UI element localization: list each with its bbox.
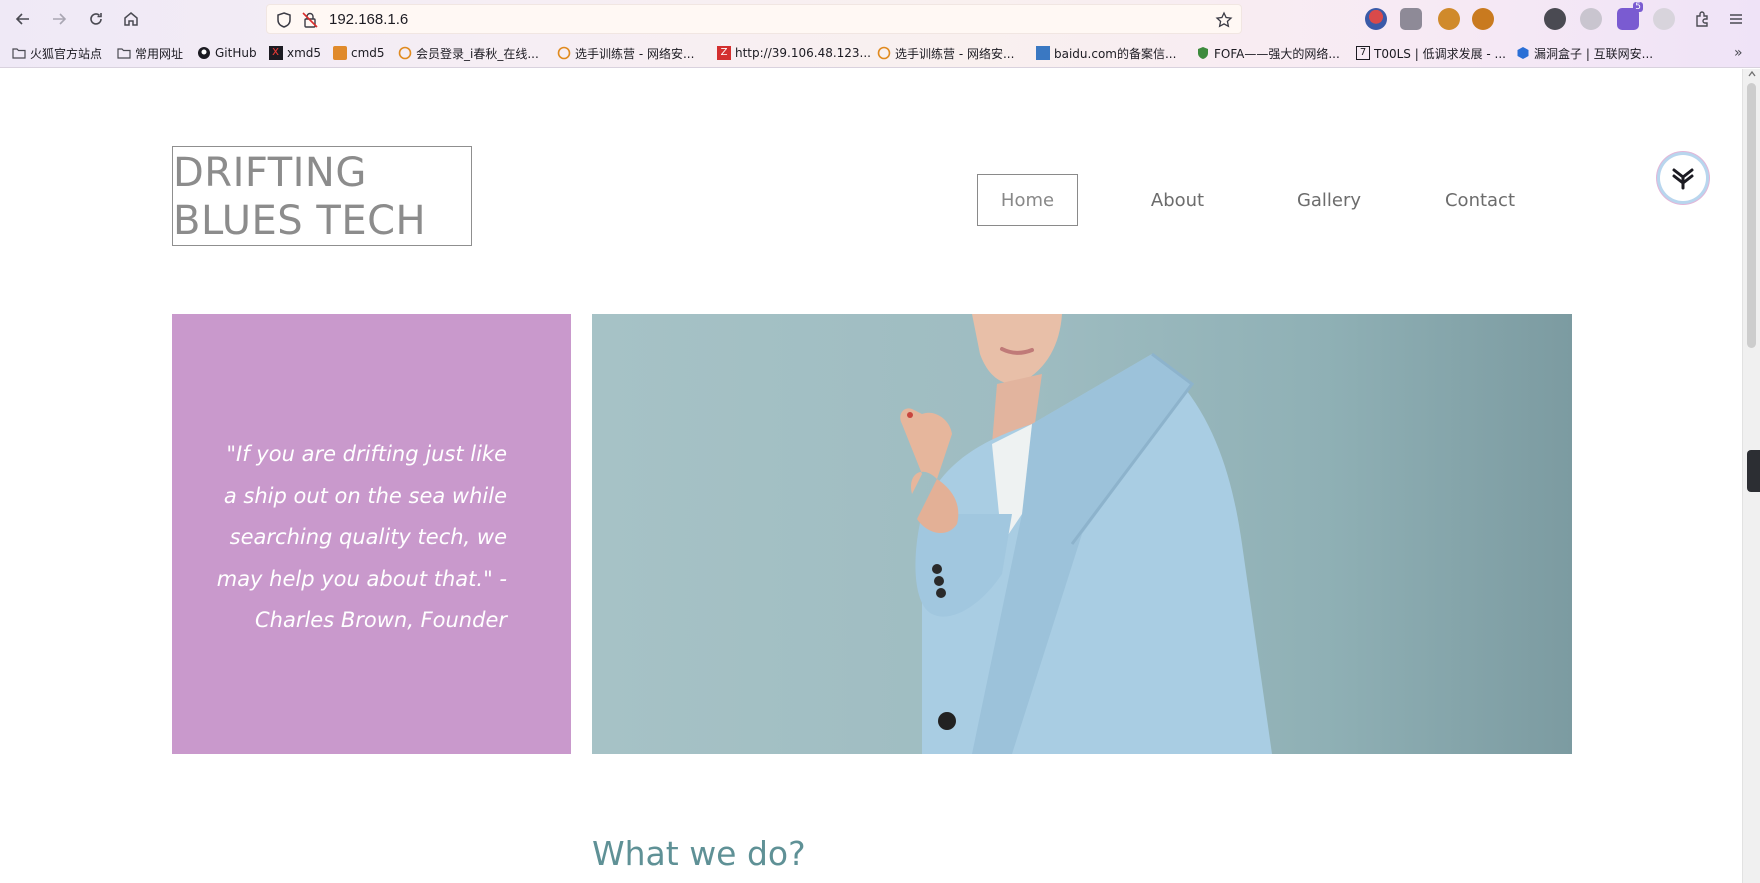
bookmark-item[interactable]: x xmd5 — [269, 43, 321, 63]
bookmark-label[interactable]: GitHub — [215, 46, 257, 60]
bookmark-label[interactable]: 漏洞盒子 | 互联网安... — [1534, 45, 1653, 62]
bookmark-item[interactable]: baidu.com的备案信... — [1036, 43, 1176, 63]
nav-about[interactable]: About — [1130, 174, 1225, 226]
bookmark-item[interactable]: cmd5 — [333, 43, 385, 63]
bookmark-label[interactable]: 常用网址 — [135, 45, 183, 62]
bookmark-star-icon[interactable] — [1215, 11, 1233, 29]
founder-quote: "If you are drifting just like a ship ou… — [216, 442, 507, 632]
bookmark-item[interactable]: 选手训练营 - 网络安... — [557, 43, 694, 63]
home-icon — [124, 12, 138, 26]
hamburger-menu-icon — [1730, 14, 1742, 24]
github-icon — [198, 47, 210, 59]
vulbox-icon — [1517, 47, 1529, 59]
nav-gallery-label: Gallery — [1296, 189, 1362, 211]
nav-contact-label: Contact — [1444, 189, 1516, 211]
extension-window-icon[interactable] — [1400, 8, 1422, 30]
logo-line-2: BLUES TECH — [173, 198, 427, 244]
beian-icon — [1036, 46, 1050, 60]
extension-cookie-icon[interactable] — [1544, 8, 1566, 30]
bookmark-label[interactable]: xmd5 — [287, 46, 321, 60]
bookmark-label[interactable]: T00LS | 低调求发展 - ... — [1374, 45, 1506, 62]
bookmark-item[interactable]: 选手训练营 - 网络安... — [877, 43, 1014, 63]
ichunqiu-icon — [398, 46, 412, 60]
bookmark-label[interactable]: 火狐官方站点 — [30, 45, 102, 62]
xmd5-icon: x — [269, 44, 283, 60]
extension-monkey-icon[interactable] — [1472, 8, 1494, 30]
bookmark-item[interactable]: 漏洞盒子 | 互联网安... — [1516, 43, 1653, 63]
assistant-logo-icon — [1672, 168, 1694, 190]
home-button[interactable] — [119, 7, 143, 31]
reload-button[interactable] — [84, 7, 108, 31]
address-bar[interactable]: 192.168.1.6 — [266, 4, 1242, 34]
nav-about-label: About — [1150, 189, 1205, 211]
insecure-lock-icon[interactable] — [301, 11, 319, 29]
bookmarks-overflow-button[interactable]: » — [1734, 43, 1743, 63]
forward-button[interactable] — [47, 7, 71, 31]
scroll-up-arrow-icon[interactable] — [1747, 69, 1757, 79]
t00ls-icon: 7 — [1356, 46, 1370, 60]
forward-arrow-icon — [53, 13, 67, 25]
back-arrow-icon — [15, 13, 29, 25]
bookmarks-toolbar: 火狐官方站点 常用网址 GitHub x xmd5 cmd5 会员登录_i春秋_在… — [0, 40, 1760, 66]
extension-gray-icon[interactable] — [1580, 8, 1602, 30]
z-icon: Z — [717, 46, 731, 60]
extension-hackbar-icon[interactable] — [1438, 8, 1460, 30]
puzzle-icon — [1696, 11, 1708, 27]
bookmark-item[interactable]: 7 T00LS | 低调求发展 - ... — [1356, 43, 1506, 63]
url-text[interactable]: 192.168.1.6 — [329, 11, 408, 28]
web-page: DRIFTING BLUES TECH Home About Gallery C… — [0, 69, 1742, 883]
fofa-icon — [1198, 47, 1208, 59]
cmd5-icon — [333, 46, 347, 60]
browser-toolbar: 192.168.1.6 5 — [0, 0, 1760, 38]
hero-image — [592, 314, 1572, 754]
assistant-button[interactable] — [1660, 155, 1706, 201]
scrollbar-thumb[interactable] — [1747, 83, 1756, 348]
nav-contact[interactable]: Contact — [1430, 174, 1530, 226]
ichunqiu-icon — [877, 46, 891, 60]
side-panel-handle[interactable] — [1747, 450, 1760, 492]
bookmark-item[interactable]: 火狐官方站点 — [12, 43, 102, 63]
site-logo[interactable]: DRIFTING BLUES TECH — [172, 146, 472, 246]
nav-home[interactable]: Home — [977, 174, 1078, 226]
extension-badge: 5 — [1633, 2, 1643, 12]
bookmark-label[interactable]: http://39.106.48.123... — [735, 46, 871, 60]
bookmark-item[interactable]: FOFA——强大的网络... — [1196, 43, 1340, 63]
hero-photo-woman-pointing — [900, 314, 1272, 754]
nav-home-label: Home — [1000, 189, 1055, 211]
folder-icon — [12, 48, 26, 59]
logo-line-1: DRIFTING — [173, 150, 367, 196]
reload-icon — [90, 13, 102, 25]
browser-chrome: 192.168.1.6 5 火狐官方站点 常用网址 GitHub x xmd5 c… — [0, 0, 1760, 68]
quote-panel: "If you are drifting just like a ship ou… — [172, 314, 571, 754]
shield-icon[interactable] — [275, 11, 293, 29]
extension-purple-icon[interactable]: 5 — [1617, 2, 1643, 30]
bookmark-item[interactable]: Zhttp://39.106.48.123... — [717, 43, 871, 63]
bookmark-label[interactable]: 选手训练营 - 网络安... — [895, 45, 1014, 62]
chevron-double-right-icon: » — [1734, 45, 1743, 61]
bookmark-label[interactable]: 会员登录_i春秋_在线... — [416, 45, 539, 62]
menu-button[interactable] — [1724, 7, 1748, 31]
bookmark-label[interactable]: cmd5 — [351, 46, 385, 60]
extension-globe-icon[interactable] — [1365, 8, 1387, 30]
bookmark-label[interactable]: baidu.com的备案信... — [1054, 45, 1176, 62]
bookmark-item[interactable]: 常用网址 — [117, 43, 183, 63]
bookmark-label[interactable]: 选手训练营 - 网络安... — [575, 45, 694, 62]
back-button[interactable] — [11, 7, 35, 31]
nav-gallery[interactable]: Gallery — [1280, 174, 1378, 226]
folder-icon — [117, 48, 131, 59]
section-title-what-we-do: What we do? — [592, 834, 806, 873]
extensions-button[interactable] — [1690, 7, 1714, 31]
extension-moon-icon[interactable] — [1653, 8, 1675, 30]
bookmark-item[interactable]: 会员登录_i春秋_在线... — [398, 43, 539, 63]
ichunqiu-icon — [557, 46, 571, 60]
bookmark-label[interactable]: FOFA——强大的网络... — [1214, 45, 1340, 62]
bookmark-item[interactable]: GitHub — [197, 43, 257, 63]
